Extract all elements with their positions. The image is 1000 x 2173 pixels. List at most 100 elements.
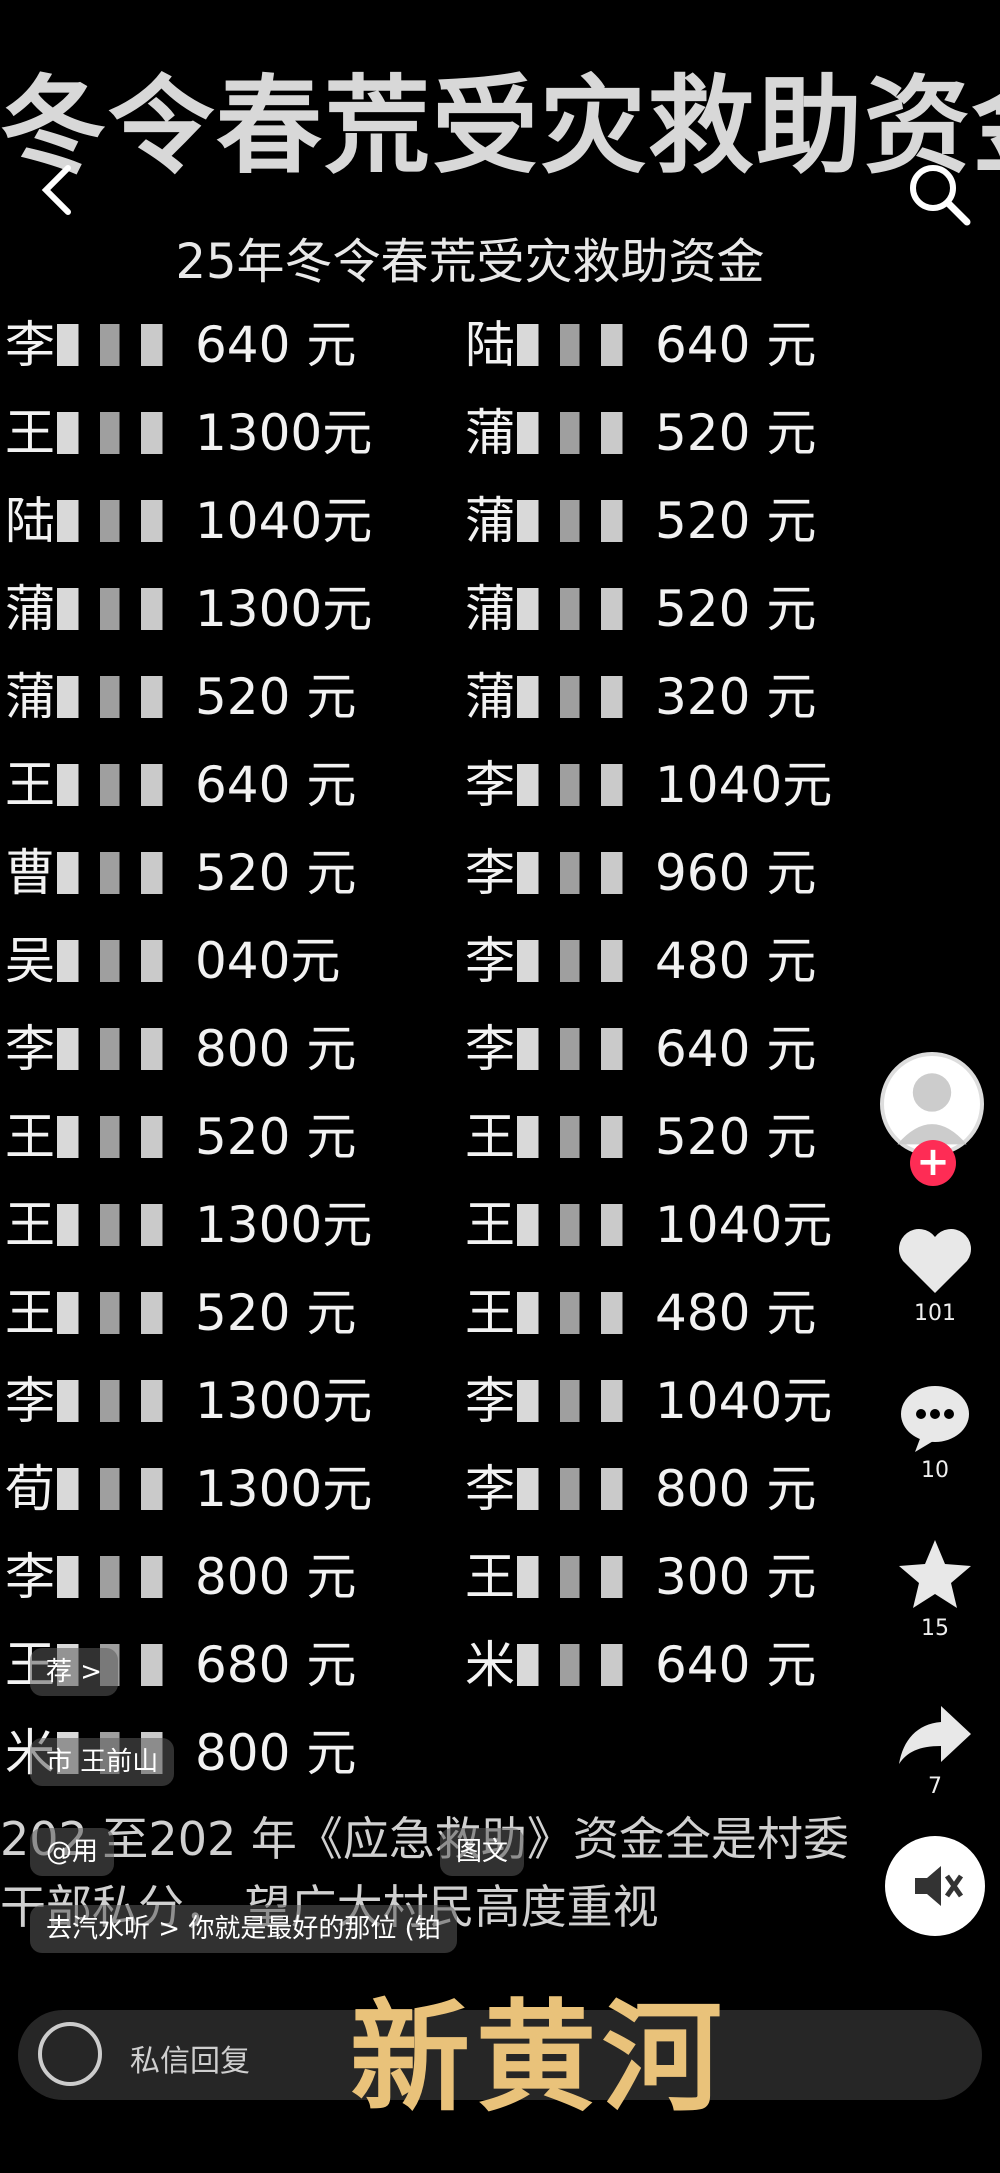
music-chip[interactable]: 去汽水听 > 你就是最好的那位 (铂 <box>30 1905 457 1953</box>
speaker-muted-icon <box>915 1866 964 1906</box>
favorite-button[interactable]: 15 <box>880 1536 990 1641</box>
mosaic-blur <box>57 676 177 718</box>
list-item: 陆 640 元 <box>465 310 845 380</box>
name-cell: 蒲 <box>465 668 515 726</box>
list-item: 王 1300元 <box>5 1190 385 1260</box>
mosaic-blur <box>517 676 637 718</box>
amount-cell: 520 元 <box>195 1108 357 1166</box>
like-button[interactable]: 101 <box>880 1225 990 1326</box>
name-cell: 王 <box>5 1196 55 1254</box>
name-cell: 王 <box>465 1196 515 1254</box>
mosaic-blur <box>57 1556 177 1598</box>
name-cell: 李 <box>465 1020 515 1078</box>
name-cell: 李 <box>5 1020 55 1078</box>
amount-cell: 640 元 <box>655 316 817 374</box>
mosaic-blur <box>57 764 177 806</box>
share-count: 7 <box>928 1774 942 1799</box>
list-item: 米 640 元 <box>465 1630 845 1700</box>
mosaic-blur <box>517 412 637 454</box>
amount-cell: 800 元 <box>195 1724 357 1782</box>
amount-cell: 800 元 <box>195 1020 357 1078</box>
amount-cell: 480 元 <box>655 1284 817 1342</box>
amount-cell: 800 元 <box>195 1548 357 1606</box>
amount-cell: 040元 <box>195 932 341 990</box>
amount-cell: 520 元 <box>195 668 357 726</box>
amount-cell: 960 元 <box>655 844 817 902</box>
list-item: 蒲 520 元 <box>5 662 385 732</box>
user-handle[interactable]: @用 <box>30 1828 115 1876</box>
amount-cell: 1040元 <box>655 1196 833 1254</box>
list-item: 王 480 元 <box>465 1278 845 1348</box>
list-item: 李 1040元 <box>465 1366 845 1436</box>
location-chip[interactable]: 市 王前山 <box>30 1738 175 1786</box>
list-item: 李 800 元 <box>5 1542 385 1612</box>
amount-cell: 640 元 <box>195 756 357 814</box>
name-cell: 蒲 <box>5 580 55 638</box>
mosaic-blur <box>517 1204 637 1246</box>
mosaic-blur <box>517 940 637 982</box>
name-cell: 王 <box>465 1548 515 1606</box>
share-button[interactable]: 7 <box>880 1700 990 1799</box>
amount-cell: 1040元 <box>655 1372 833 1430</box>
mosaic-blur <box>57 1292 177 1334</box>
name-cell: 荀 <box>5 1460 55 1518</box>
amount-cell: 1300元 <box>195 580 373 638</box>
comment-button[interactable]: 10 <box>880 1382 990 1483</box>
amount-cell: 640 元 <box>655 1636 817 1694</box>
list-item: 吴 040元 <box>5 926 385 996</box>
amount-cell: 680 元 <box>195 1636 357 1694</box>
name-cell: 蒲 <box>465 580 515 638</box>
mosaic-blur <box>57 1028 177 1070</box>
mosaic-blur <box>517 1292 637 1334</box>
name-cell: 李 <box>5 1548 55 1606</box>
name-cell: 李 <box>465 756 515 814</box>
share-icon <box>899 1706 971 1764</box>
sound-wave-icon[interactable] <box>38 2022 102 2086</box>
list-item: 王 520 元 <box>5 1102 385 1172</box>
reply-input[interactable]: 私信回复 <box>130 2036 250 2080</box>
mosaic-blur <box>57 412 177 454</box>
mosaic-blur <box>517 1116 637 1158</box>
mosaic-blur <box>517 1468 637 1510</box>
list-item: 曹 520 元 <box>5 838 385 908</box>
avatar-icon <box>897 1073 967 1145</box>
mosaic-blur <box>517 500 637 542</box>
list-item: 李 640 元 <box>465 1014 845 1084</box>
like-count: 101 <box>914 1301 956 1326</box>
list-item: 王 520 元 <box>465 1102 845 1172</box>
amount-cell: 520 元 <box>655 1108 817 1166</box>
recommend-chip[interactable]: 荐 > <box>30 1648 119 1696</box>
name-cell: 吴 <box>5 932 55 990</box>
amount-cell: 520 元 <box>655 492 817 550</box>
mute-button[interactable] <box>885 1836 985 1936</box>
comment-count: 10 <box>921 1458 949 1483</box>
name-cell: 王 <box>465 1284 515 1342</box>
list-item: 王 640 元 <box>5 750 385 820</box>
mosaic-blur <box>517 1028 637 1070</box>
list-item: 王 300 元 <box>465 1542 845 1612</box>
mosaic-blur <box>517 764 637 806</box>
name-cell: 李 <box>465 844 515 902</box>
name-cell: 王 <box>465 1108 515 1166</box>
amount-cell: 320 元 <box>655 668 817 726</box>
amount-cell: 1300元 <box>195 1460 373 1518</box>
amount-cell: 520 元 <box>655 404 817 462</box>
name-cell: 王 <box>5 1108 55 1166</box>
name-cell: 蒲 <box>465 404 515 462</box>
search-icon[interactable] <box>905 160 975 230</box>
amount-cell: 480 元 <box>655 932 817 990</box>
list-item: 蒲 520 元 <box>465 486 845 556</box>
follow-button[interactable]: + <box>910 1140 956 1186</box>
amount-cell: 1300元 <box>195 404 373 462</box>
name-cell: 李 <box>5 316 55 374</box>
list-item: 蒲 320 元 <box>465 662 845 732</box>
list-item: 李 1040元 <box>465 750 845 820</box>
list-item: 王 1300元 <box>5 398 385 468</box>
name-cell: 李 <box>465 932 515 990</box>
headline-title: 冬令春荒受灾救助资金 <box>0 65 1000 188</box>
name-cell: 李 <box>5 1372 55 1430</box>
mosaic-blur <box>57 940 177 982</box>
amount-cell: 520 元 <box>195 844 357 902</box>
back-icon[interactable] <box>30 160 90 220</box>
list-item: 蒲 1300元 <box>5 574 385 644</box>
